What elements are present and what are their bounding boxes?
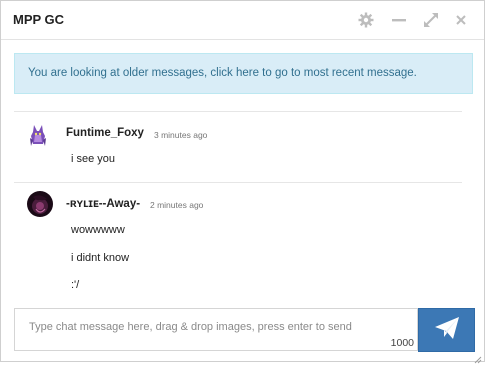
chat-message-input[interactable] — [15, 309, 417, 350]
chat-window: MPP GC You are looking at older messages… — [0, 0, 485, 364]
char-counter: 1000 — [390, 337, 414, 349]
chat-title: MPP GC — [13, 12, 65, 27]
message-text: :'/ — [71, 279, 80, 291]
message-username[interactable]: Funtime_Foxy — [66, 127, 144, 139]
minimize-icon[interactable] — [390, 11, 408, 29]
divider — [14, 111, 462, 112]
older-messages-notice[interactable]: You are looking at older messages, click… — [14, 53, 473, 94]
message-text: i see you — [71, 153, 116, 165]
message-username[interactable]: -ʀʏʟɪᴇ--Away- — [66, 198, 140, 210]
message-timestamp: 2 minutes ago — [150, 200, 204, 210]
send-button[interactable] — [418, 308, 475, 352]
resize-handle[interactable] — [474, 351, 482, 364]
close-icon[interactable] — [452, 11, 470, 29]
expand-icon[interactable] — [422, 11, 440, 29]
chat-composer: 1000 — [14, 308, 418, 351]
gear-icon[interactable] — [357, 11, 375, 29]
chat-header: MPP GC — [1, 1, 484, 40]
send-icon — [434, 316, 460, 345]
message-timestamp: 3 minutes ago — [154, 130, 208, 140]
divider — [14, 182, 462, 183]
message-text: wowwwww — [71, 224, 125, 236]
avatar[interactable] — [27, 191, 53, 217]
avatar[interactable] — [25, 122, 51, 148]
message-text: i didnt know — [71, 252, 130, 264]
